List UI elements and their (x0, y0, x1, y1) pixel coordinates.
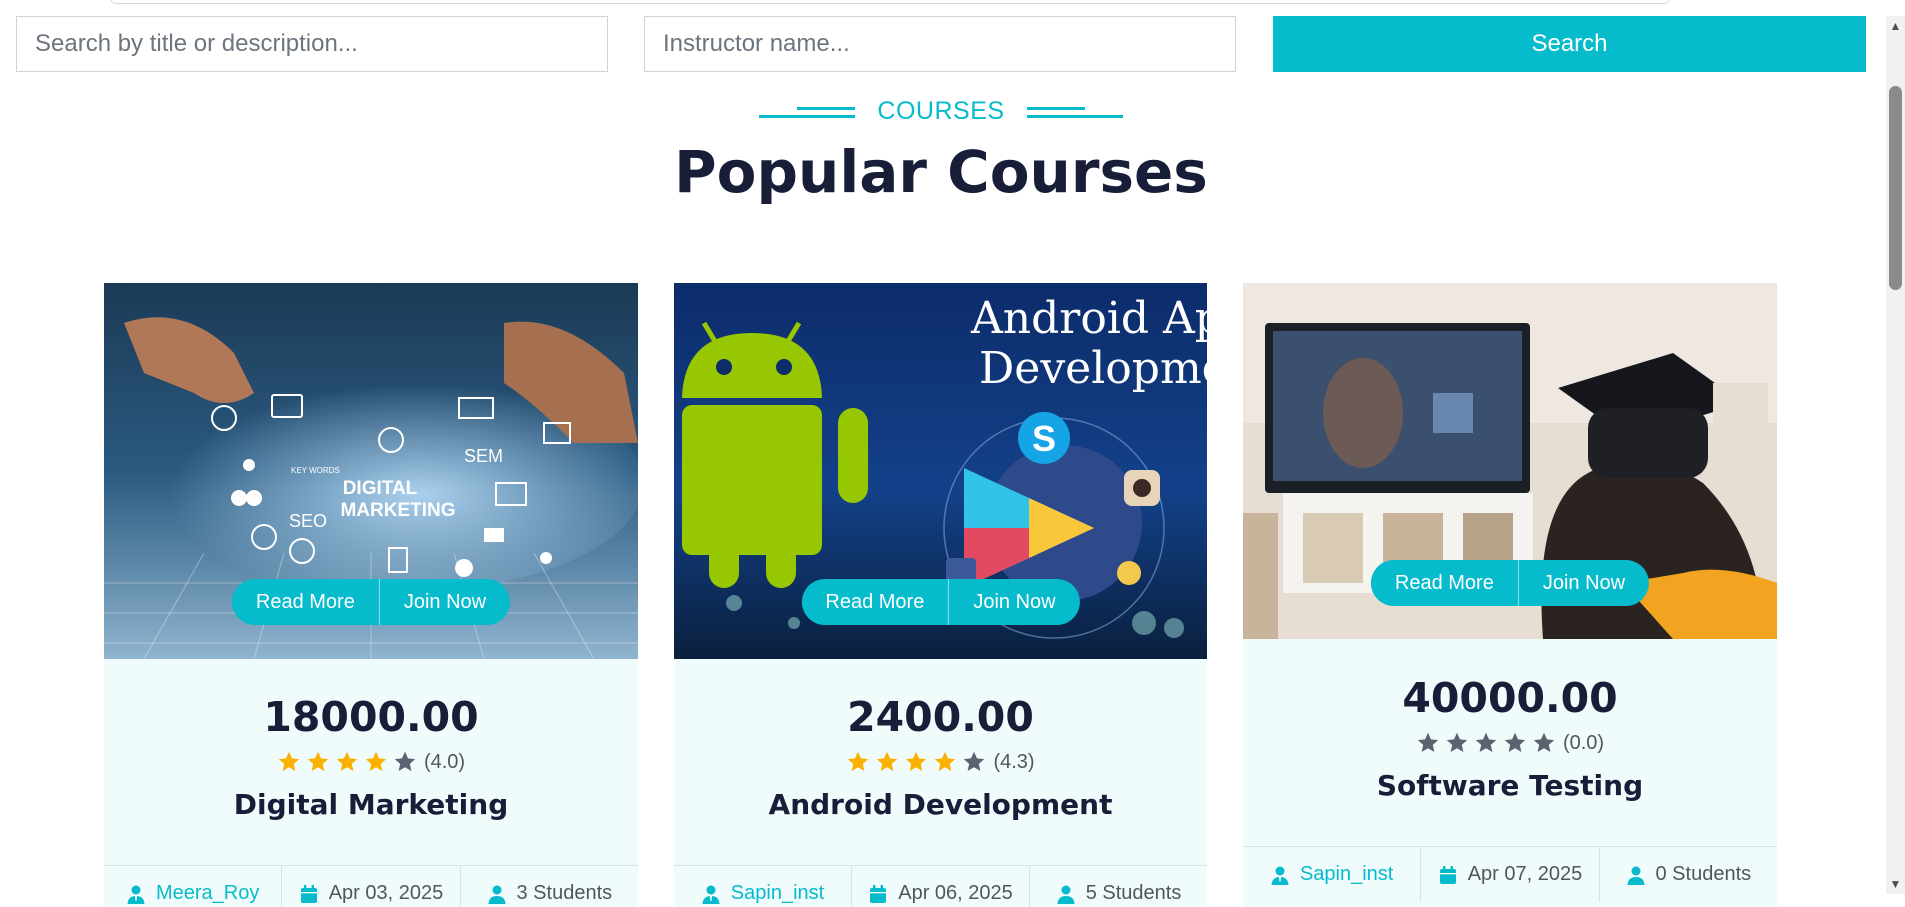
star-filled-icon (307, 751, 329, 771)
rating-value: (4.0) (423, 750, 466, 773)
svg-text:S: S (1032, 418, 1056, 459)
section-title: Popular Courses (674, 138, 1208, 206)
course-meta: Sapin_inst Apr 07, 2025 0 Students (1243, 846, 1777, 902)
instructor-search-input[interactable] (644, 16, 1236, 72)
search-bar: Search (16, 16, 1866, 72)
decorative-lines-left (759, 105, 856, 119)
search-button[interactable]: Search (1273, 16, 1866, 72)
course-name: Digital Marketing (233, 788, 509, 821)
star-filled-icon (278, 751, 300, 771)
course-name: Software Testing (1376, 769, 1644, 802)
read-more-button[interactable]: Read More (801, 579, 950, 625)
course-price: 2400.00 (847, 693, 1034, 741)
image-label: Developmen (979, 343, 1207, 394)
star-empty-icon (1504, 732, 1526, 752)
course-rating: (0.0) (1243, 731, 1777, 755)
star-empty-icon (1533, 732, 1555, 752)
star-filled-icon (935, 751, 956, 771)
course-date-text: Apr 06, 2025 (898, 882, 1013, 904)
star-filled-icon (848, 751, 869, 771)
card-button-group: Read More Join Now (231, 579, 511, 625)
instructor-name[interactable]: Sapin_inst (731, 882, 824, 905)
join-now-button[interactable]: Join Now (949, 579, 1079, 625)
instructor-name[interactable]: Sapin_inst (1300, 863, 1393, 886)
title-search-input[interactable] (16, 16, 608, 72)
browser-bar-remnant (110, 0, 1670, 4)
image-label: SEM (464, 446, 503, 466)
students-count: 3 Students (516, 882, 613, 904)
instructor-name[interactable]: Meera_Roy (156, 882, 259, 905)
course-students: 5 Students (1030, 866, 1207, 907)
join-now-button[interactable]: Join Now (380, 579, 510, 625)
scrollbar[interactable]: ▲ ▼ (1886, 16, 1905, 894)
course-date-text: Apr 03, 2025 (328, 882, 444, 904)
students-count: 5 Students (1085, 882, 1182, 904)
course-meta: Meera_Roy Apr 03, 2025 3 Students (104, 865, 638, 907)
calendar-icon (1439, 865, 1456, 884)
scroll-down-arrow-icon[interactable]: ▼ (1886, 874, 1905, 894)
user-icon (488, 885, 505, 904)
section-subtitle-text: COURSES (877, 97, 1005, 125)
image-label: KEY WORDS (291, 466, 340, 475)
course-instructor[interactable]: Sapin_inst (674, 866, 852, 907)
user-icon (1627, 866, 1644, 885)
card-button-group: Read More Join Now (801, 579, 1080, 625)
join-now-button[interactable]: Join Now (1519, 560, 1649, 606)
course-name: Android Development (768, 788, 1113, 821)
decorative-lines-right (1026, 105, 1123, 119)
image-label: DIGITAL (343, 478, 418, 499)
read-more-button[interactable]: Read More (232, 579, 380, 625)
star-empty-icon (394, 751, 416, 771)
section-subtitle: COURSES (0, 97, 1882, 126)
user-tie-icon (127, 885, 145, 904)
image-label: SEO (289, 511, 327, 531)
image-label: MARKETING (340, 500, 455, 521)
course-students: 0 Students (1600, 847, 1777, 902)
course-price: 18000.00 (263, 693, 479, 741)
course-rating: (4.3) (674, 750, 1207, 774)
course-students: 3 Students (461, 866, 638, 907)
course-card: S Android App Developmen Read More Join … (674, 283, 1207, 907)
user-icon (1057, 885, 1075, 904)
course-date-text: Apr 07, 2025 (1467, 863, 1583, 885)
star-empty-icon (964, 751, 985, 771)
star-filled-icon (336, 751, 358, 771)
course-date: Apr 07, 2025 (1421, 847, 1600, 902)
course-instructor[interactable]: Sapin_inst (1243, 847, 1422, 902)
star-empty-icon (1446, 732, 1468, 752)
image-label: Android App (970, 293, 1207, 344)
course-meta: Sapin_inst Apr 06, 2025 5 Students (674, 865, 1207, 907)
user-tie-icon (702, 885, 720, 904)
course-card: DIGITAL MARKETING SEO SEM KEY WORDS Read… (104, 283, 638, 907)
course-card: Read More Join Now 40000.00 (0.0) Softwa… (1243, 283, 1777, 907)
calendar-icon (870, 884, 887, 903)
course-instructor[interactable]: Meera_Roy (104, 866, 283, 907)
students-count: 0 Students (1655, 863, 1752, 885)
rating-value: (4.3) (993, 750, 1035, 773)
star-filled-icon (906, 751, 927, 771)
rating-value: (0.0) (1562, 731, 1605, 754)
user-tie-icon (1271, 866, 1289, 885)
star-filled-icon (877, 751, 898, 771)
star-empty-icon (1417, 732, 1439, 752)
scroll-thumb[interactable] (1889, 86, 1902, 290)
star-empty-icon (1475, 732, 1497, 752)
course-date: Apr 03, 2025 (282, 866, 461, 907)
scroll-up-arrow-icon[interactable]: ▲ (1886, 16, 1905, 36)
course-price: 40000.00 (1402, 674, 1618, 722)
course-date: Apr 06, 2025 (852, 866, 1030, 907)
star-filled-icon (365, 751, 387, 771)
read-more-button[interactable]: Read More (1371, 560, 1519, 606)
card-button-group: Read More Join Now (1370, 560, 1650, 606)
course-rating: (4.0) (104, 750, 638, 774)
calendar-icon (300, 884, 317, 903)
